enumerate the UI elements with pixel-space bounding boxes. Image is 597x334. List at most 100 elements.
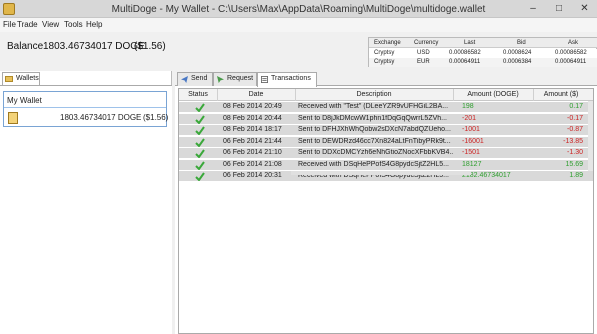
close-button[interactable]: ✕: [572, 0, 597, 17]
col-amount-doge[interactable]: Amount (DOGE): [453, 91, 533, 98]
table-row[interactable]: 08 Feb 2014 20:49 Received with "Test" (D…: [179, 102, 593, 113]
exchange-ticker-table: Exchange Currency Last Bid Ask Cryptsy U…: [368, 37, 597, 67]
tx-amount-usd: 1.89: [569, 172, 583, 179]
tx-amount-usd: 0.17: [569, 103, 583, 110]
table-row[interactable]: 08 Feb 2014 18:17 Sent to DFHJXhWhQobw2sD…: [179, 125, 593, 136]
wallet-item-my-wallet[interactable]: My Wallet 1803.46734017 DOGE ($1.56): [3, 91, 169, 127]
confirmed-check-icon: [195, 126, 205, 135]
tx-amount-usd: -0.87: [567, 126, 583, 133]
table-row[interactable]: 06 Feb 2014 21:44 Sent to DEWDRzd46cc7Xn8…: [179, 136, 593, 148]
exchange-row: Cryptsy EUR 0.00064911 0.0006384 0.00064…: [369, 58, 597, 67]
tx-amount-usd: -1.30: [567, 149, 583, 156]
tx-description: Received with DSqHePPofS4G8pydcSjtZ2HL5.…: [298, 160, 449, 168]
wallet-name[interactable]: My Wallet: [7, 96, 42, 105]
exchange-currency: EUR: [417, 59, 430, 65]
tx-amount-doge: -1501: [462, 149, 480, 156]
exchange-name: Cryptsy: [374, 50, 395, 56]
menu-help[interactable]: Help: [86, 20, 102, 29]
vertical-scrollbar[interactable]: [588, 101, 593, 171]
main-panel: Send Request Transactions Status Date De…: [175, 71, 597, 334]
wallets-list: My Wallet 1803.46734017 DOGE ($1.56): [0, 85, 172, 334]
tx-description: Sent to DDXcDMCYzh6eNhGtioZNocXFbbKVB4..…: [298, 149, 453, 156]
col-amount-usd[interactable]: Amount ($): [533, 91, 589, 98]
tx-amount-doge: 18127: [462, 160, 482, 168]
menu-file[interactable]: File: [3, 20, 16, 29]
tx-amount-usd: -13.85: [563, 137, 583, 145]
wallet-amount: 1803.46734017 DOGE: [60, 113, 142, 122]
wallet-usd: ($1.56): [143, 113, 169, 122]
wallet-lock-icon: [8, 112, 18, 124]
table-row[interactable]: 06 Feb 2014 21:10 Sent to DDXcDMCYzh6eNhG…: [179, 148, 593, 159]
send-icon: [181, 76, 188, 83]
confirmed-check-icon: [195, 160, 205, 170]
exchange-last: 0.00086582: [449, 50, 481, 56]
col-date[interactable]: Date: [217, 91, 295, 98]
title-bar: MultiDoge - My Wallet - C:\Users\Max\App…: [0, 0, 597, 18]
tx-amount-doge: -201: [462, 114, 477, 122]
tx-description: Received with "Test" (DLeeYZR9vUFHGiL2BA…: [298, 103, 449, 110]
tx-date: 08 Feb 2014 18:17: [223, 126, 282, 133]
menu-tools[interactable]: Tools: [64, 20, 83, 29]
tab-wallets[interactable]: Wallets: [2, 72, 40, 85]
tab-wallets-label: Wallets: [16, 75, 39, 82]
tx-date: 06 Feb 2014 21:10: [223, 149, 282, 156]
tab-transactions-label: Transactions: [271, 75, 311, 82]
confirmed-check-icon: [195, 149, 205, 158]
tx-amount-usd: -0.17: [567, 114, 583, 122]
confirmed-check-icon: [195, 172, 205, 181]
balance-bar: Balance 1803.46734017 DOGE ($1.56): [0, 32, 370, 66]
transactions-icon: [261, 76, 268, 83]
main-tabs: Send Request Transactions: [175, 71, 597, 87]
table-row[interactable]: 06 Feb 2014 21:08 Received with DSqHePPof…: [179, 159, 593, 171]
confirmed-check-icon: [195, 103, 205, 112]
tx-date: 06 Feb 2014 21:44: [223, 137, 282, 145]
menu-bar: File Trade View Tools Help: [0, 18, 597, 32]
exchange-col-ask: Ask: [568, 40, 579, 46]
exchange-bid: 0.0006384: [503, 59, 532, 65]
horizontal-scrollbar[interactable]: [291, 171, 471, 175]
transactions-header: Status Date Description Amount (DOGE) Am…: [179, 89, 593, 101]
minimize-button[interactable]: –: [520, 0, 546, 17]
tx-amount-usd: 15.69: [565, 160, 583, 168]
exchange-name: Cryptsy: [374, 59, 395, 65]
wallet-divider: [4, 107, 166, 108]
menu-view[interactable]: View: [42, 20, 59, 29]
exchange-row: Cryptsy USD 0.00086582 0.0008624 0.00086…: [369, 49, 597, 58]
col-status[interactable]: Status: [179, 91, 217, 98]
tx-date: 06 Feb 2014 21:08: [223, 160, 282, 168]
exchange-currency: USD: [417, 50, 430, 56]
exchange-col-last: Last: [464, 40, 476, 46]
tx-date: 08 Feb 2014 20:49: [223, 103, 282, 110]
exchange-col-exchange: Exchange: [374, 40, 401, 46]
tx-date: 08 Feb 2014 20:44: [223, 114, 282, 122]
tab-request[interactable]: Request: [213, 72, 257, 86]
wallets-panel: Wallets My Wallet 1803.46734017 DOGE ($1…: [0, 71, 172, 334]
tx-amount-doge: -16001: [462, 137, 484, 145]
exchange-last: 0.00064911: [449, 59, 481, 65]
tx-amount-doge: 2182.46734017: [462, 172, 511, 179]
exchange-header: Exchange Currency Last Bid Ask: [369, 38, 597, 48]
request-icon: [217, 76, 224, 83]
tab-transactions[interactable]: Transactions: [257, 72, 317, 87]
window-title: MultiDoge - My Wallet - C:\Users\Max\App…: [111, 4, 486, 15]
exchange-col-currency: Currency: [414, 40, 439, 46]
transactions-table: Status Date Description Amount (DOGE) Am…: [178, 88, 594, 334]
tx-amount-doge: -1001: [462, 126, 480, 133]
confirmed-check-icon: [195, 137, 205, 147]
tab-send[interactable]: Send: [177, 72, 213, 86]
tx-description: Sent to DFHJXhWhQobw2sDXcN7abdQZUeho...: [298, 126, 451, 133]
col-description[interactable]: Description: [295, 91, 453, 98]
menu-trade[interactable]: Trade: [17, 20, 38, 29]
tx-amount-doge: 198: [462, 103, 474, 110]
folder-icon: [5, 76, 13, 82]
exchange-bid: 0.0008624: [503, 50, 532, 56]
balance-label: Balance: [7, 41, 44, 52]
tx-description: Sent to D8jJkDMcwW1phn1fDqGqQwrrL5ZVh...: [298, 114, 447, 122]
maximize-button[interactable]: □: [546, 0, 572, 17]
exchange-ask: 0.00064911: [555, 59, 587, 65]
balance-usd: ($1.56): [134, 41, 166, 52]
exchange-ask: 0.00086582: [555, 50, 587, 56]
table-row[interactable]: 08 Feb 2014 20:44 Sent to D8jJkDMcwW1phn1…: [179, 113, 593, 125]
tab-request-label: Request: [227, 75, 254, 82]
balance-amount: 1803.46734017 DOGE: [43, 41, 145, 52]
